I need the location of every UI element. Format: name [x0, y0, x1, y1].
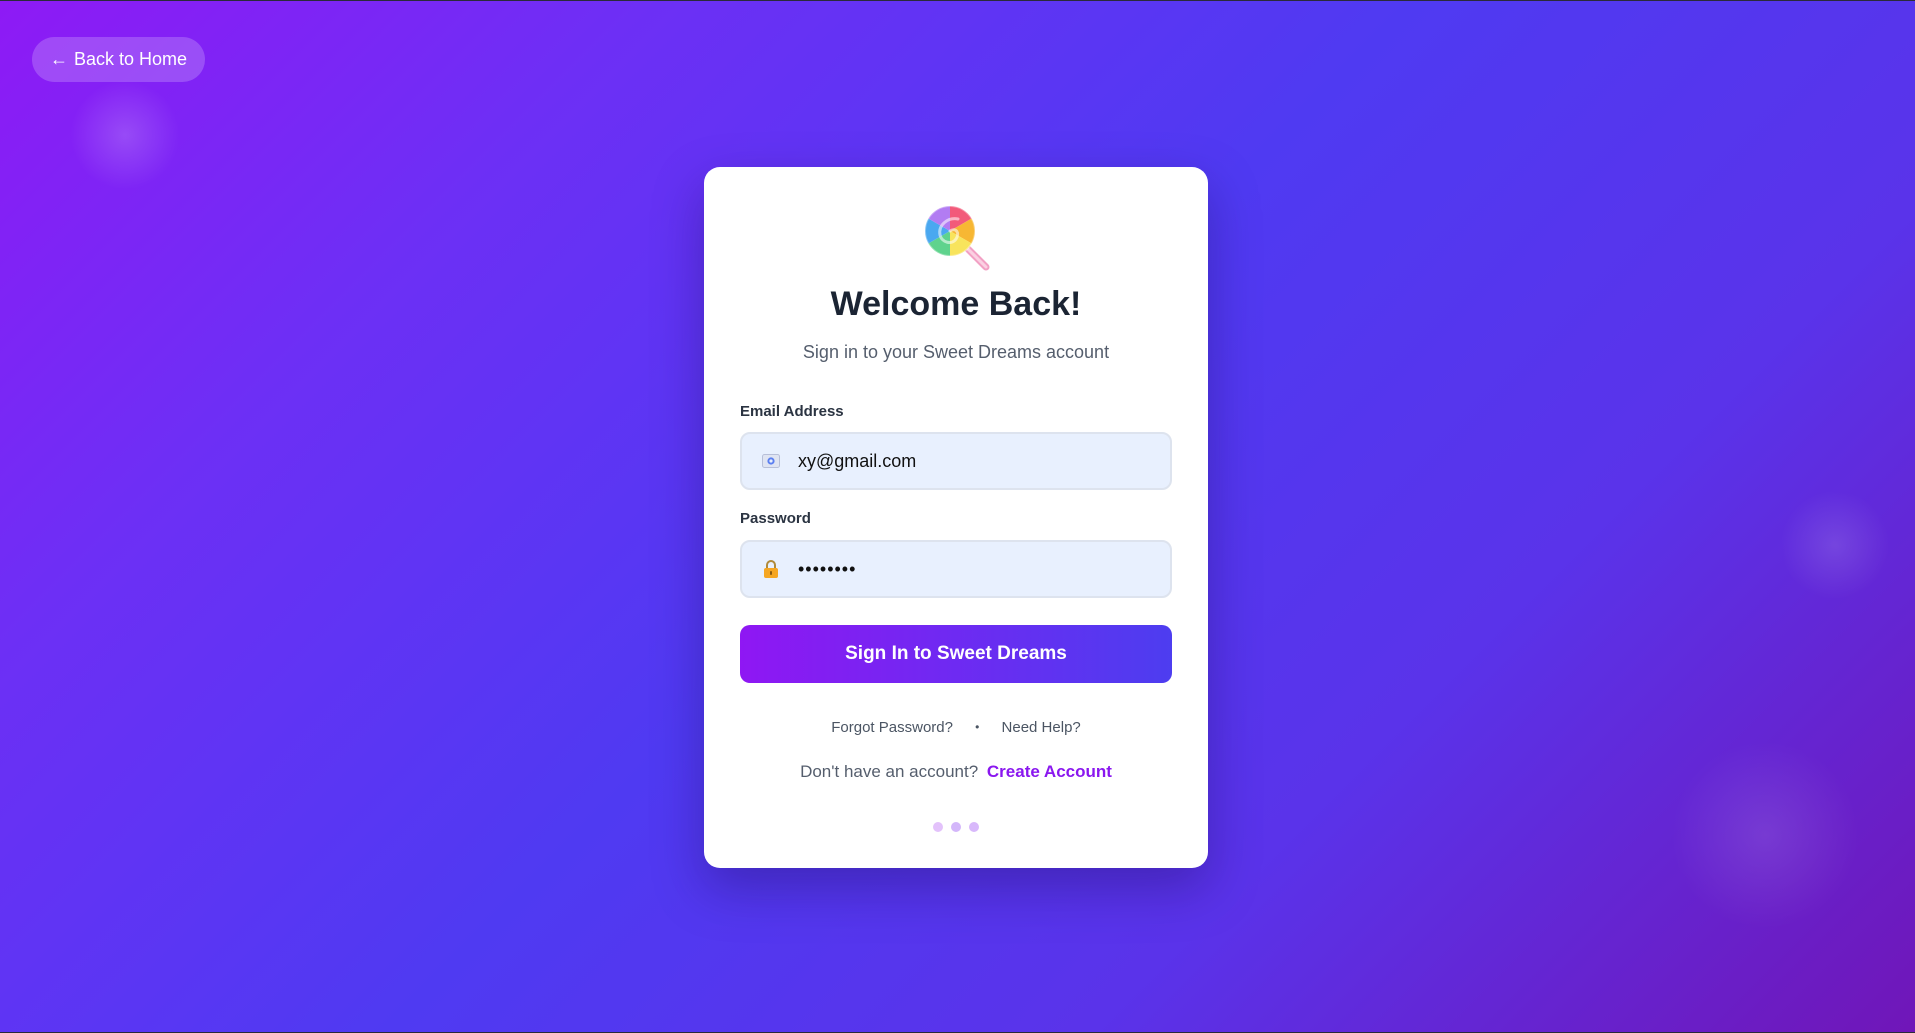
- decorative-dot: [969, 822, 979, 832]
- password-field[interactable]: [740, 540, 1172, 598]
- login-card: Welcome Back! Sign in to your Sweet Drea…: [704, 167, 1208, 868]
- loading-dots: [704, 822, 1208, 832]
- lollipop-icon: [924, 205, 990, 271]
- background-glow: [70, 80, 180, 190]
- link-separator: •: [975, 720, 980, 734]
- email-field[interactable]: [740, 432, 1172, 490]
- back-to-home-button[interactable]: ← Back to Home: [32, 37, 206, 82]
- need-help-link[interactable]: Need Help?: [1002, 719, 1081, 736]
- background-glow: [1670, 740, 1860, 930]
- sign-in-button[interactable]: Sign In to Sweet Dreams: [740, 625, 1172, 683]
- envelope-icon: [762, 452, 780, 470]
- signup-prompt-text: Don't have an account?: [800, 762, 979, 781]
- email-label: Email Address: [740, 403, 844, 420]
- page-title: Welcome Back!: [830, 285, 1082, 323]
- background-glow: [1780, 490, 1890, 600]
- page-subtitle: Sign in to your Sweet Dreams account: [802, 342, 1110, 362]
- create-account-link[interactable]: Create Account: [987, 762, 1112, 781]
- help-links: Forgot Password? • Need Help?: [704, 719, 1208, 736]
- decorative-dot: [951, 822, 961, 832]
- arrow-left-icon: ←: [50, 49, 68, 69]
- lock-icon: [762, 560, 780, 578]
- window-top-border: [0, 0, 1915, 1]
- decorative-dot: [933, 822, 943, 832]
- password-label: Password: [740, 510, 811, 527]
- forgot-password-link[interactable]: Forgot Password?: [831, 719, 953, 736]
- signup-prompt: Don't have an account? Create Account: [704, 762, 1208, 782]
- email-input[interactable]: [798, 450, 1158, 472]
- back-to-home-label: Back to Home: [74, 49, 188, 69]
- password-input[interactable]: [798, 558, 1158, 580]
